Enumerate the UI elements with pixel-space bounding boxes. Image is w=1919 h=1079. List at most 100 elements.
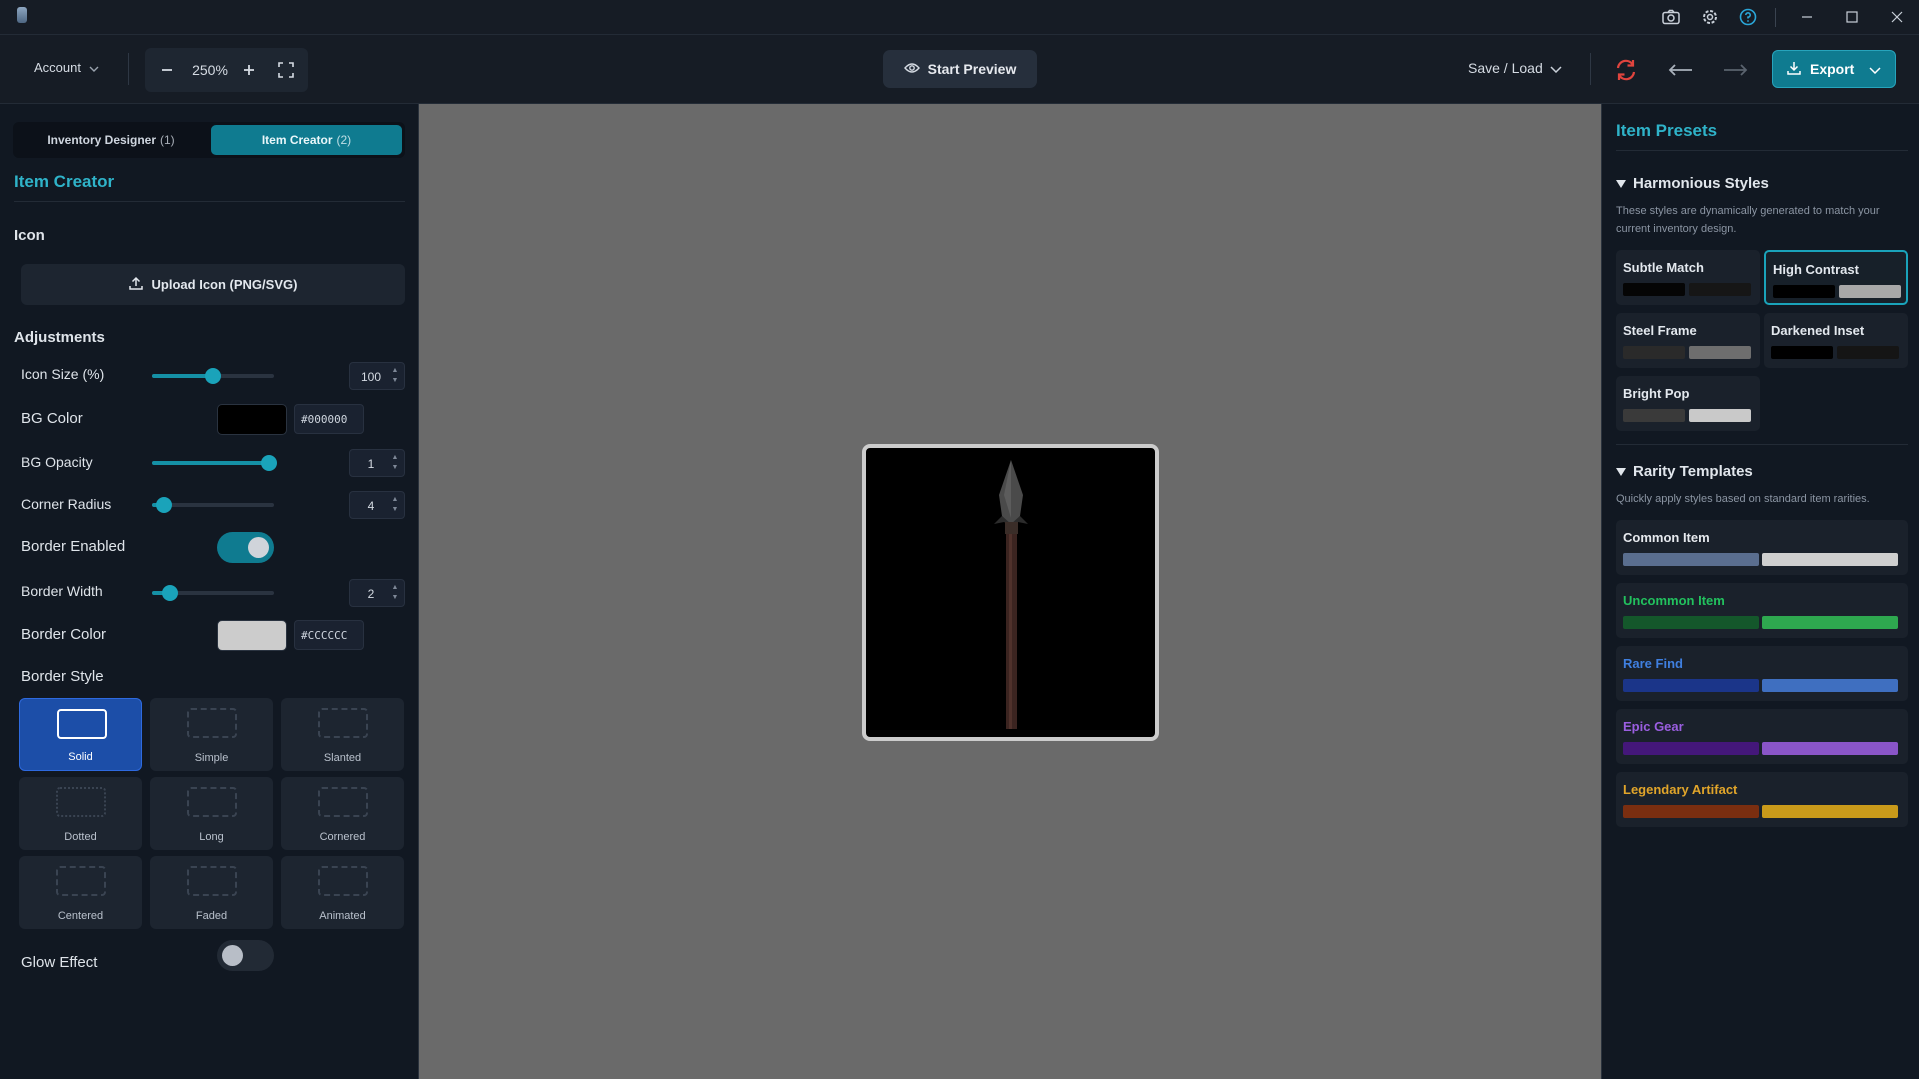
bg-opacity-input[interactable]: 1 ▲ ▼: [349, 449, 405, 477]
stepper-icon[interactable]: ▲ ▼: [391, 583, 399, 603]
border-style-heading: Border Style: [21, 668, 104, 685]
help-icon[interactable]: [1738, 7, 1758, 27]
undo-arrow-icon[interactable]: [1666, 56, 1694, 84]
rarity-color-swatch: [1623, 616, 1759, 629]
rarity-template-card[interactable]: Epic Gear: [1616, 709, 1908, 764]
icon-size-slider[interactable]: [152, 368, 274, 384]
preset-card[interactable]: Darkened Inset: [1764, 313, 1908, 368]
rarity-template-card[interactable]: Rare Find: [1616, 646, 1908, 701]
preset-name: Subtle Match: [1623, 260, 1704, 275]
start-preview-button[interactable]: Start Preview: [883, 50, 1037, 88]
slider-thumb[interactable]: [156, 497, 173, 513]
corner-radius-label: Corner Radius: [21, 496, 112, 512]
app-icon: [17, 7, 27, 23]
stepper-icon[interactable]: ▲ ▼: [391, 495, 399, 515]
preset-color-swatch: [1839, 285, 1901, 298]
icon-section-heading: Icon: [14, 227, 45, 244]
corner-radius-slider[interactable]: [152, 497, 274, 513]
preset-color-swatch: [1771, 346, 1833, 359]
caret-down-icon: [1616, 463, 1626, 480]
border-style-label: Faded: [195, 910, 228, 922]
refresh-icon[interactable]: [1612, 56, 1640, 84]
glow-effect-toggle[interactable]: [217, 940, 274, 971]
export-button[interactable]: Export: [1772, 50, 1896, 88]
border-style-option-solid[interactable]: Solid: [19, 698, 142, 771]
stepper-icon[interactable]: ▲ ▼: [391, 453, 399, 473]
rarity-template-card[interactable]: Common Item: [1616, 520, 1908, 575]
slider-thumb[interactable]: [162, 585, 179, 601]
adjustments-heading: Adjustments: [14, 329, 105, 346]
tab-inventory-designer[interactable]: Inventory Designer (1): [16, 125, 206, 155]
fullscreen-icon[interactable]: [274, 58, 298, 82]
border-width-input[interactable]: 2 ▲ ▼: [349, 579, 405, 607]
upload-icon: [128, 276, 143, 293]
border-style-option-centered[interactable]: Centered: [19, 856, 142, 929]
zoom-out-icon[interactable]: [155, 58, 179, 82]
border-style-preview: [56, 866, 106, 896]
rarity-templates-header[interactable]: Rarity Templates: [1616, 463, 1753, 480]
bg-color-hex-input[interactable]: #000000: [294, 404, 364, 434]
border-enabled-toggle[interactable]: [217, 532, 274, 563]
chevron-down-icon: [1550, 60, 1562, 76]
preset-card[interactable]: Steel Frame: [1616, 313, 1760, 368]
rarity-color-swatch: [1623, 679, 1759, 692]
rarity-color-swatch: [1623, 742, 1759, 755]
bg-opacity-slider[interactable]: [152, 455, 278, 471]
border-width-label: Border Width: [21, 583, 103, 599]
zoom-in-icon[interactable]: [237, 58, 261, 82]
upload-icon-button[interactable]: Upload Icon (PNG/SVG): [21, 264, 405, 305]
slider-thumb[interactable]: [205, 368, 221, 384]
tab-item-creator[interactable]: Item Creator (2): [211, 125, 402, 155]
border-style-option-simple[interactable]: Simple: [150, 698, 273, 771]
corner-radius-input[interactable]: 4 ▲ ▼: [349, 491, 405, 519]
rarity-color-swatch: [1623, 553, 1759, 566]
stepper-icon[interactable]: ▲ ▼: [391, 366, 399, 386]
border-style-label: Centered: [57, 910, 104, 922]
border-color-hex-input[interactable]: #CCCCCC: [294, 620, 364, 650]
preset-card[interactable]: High Contrast: [1764, 250, 1908, 305]
rarity-color-swatch: [1762, 805, 1898, 818]
camera-icon[interactable]: [1661, 7, 1681, 27]
rarity-name: Uncommon Item: [1623, 593, 1725, 608]
chevron-down-icon: [89, 60, 99, 75]
account-menu[interactable]: Account: [34, 60, 99, 75]
border-style-option-faded[interactable]: Faded: [150, 856, 273, 929]
toggle-knob: [222, 945, 243, 966]
tab-count: (1): [160, 133, 175, 147]
border-style-option-cornered[interactable]: Cornered: [281, 777, 404, 850]
redo-arrow-icon[interactable]: [1722, 56, 1750, 84]
gear-icon[interactable]: [1700, 7, 1720, 27]
panel-title: Item Presets: [1616, 121, 1718, 140]
rarity-template-card[interactable]: Legendary Artifact: [1616, 772, 1908, 827]
border-style-label: Dotted: [64, 831, 97, 843]
zoom-control: 250%: [145, 48, 308, 92]
border-width-slider[interactable]: [152, 585, 274, 601]
border-style-option-animated[interactable]: Animated: [281, 856, 404, 929]
maximize-icon[interactable]: [1842, 7, 1862, 27]
icon-size-value: 100: [360, 370, 382, 384]
toggle-knob: [248, 537, 269, 558]
border-style-option-dotted[interactable]: Dotted: [19, 777, 142, 850]
save-load-menu[interactable]: Save / Load: [1468, 60, 1562, 76]
bg-color-swatch[interactable]: [217, 404, 287, 435]
border-color-swatch[interactable]: [217, 620, 287, 651]
export-label: Export: [1810, 61, 1855, 77]
preset-card[interactable]: Bright Pop: [1616, 376, 1760, 431]
divider: [1616, 150, 1908, 151]
border-style-preview: [56, 787, 106, 817]
border-style-option-long[interactable]: Long: [150, 777, 273, 850]
border-style-option-slanted[interactable]: Slanted: [281, 698, 404, 771]
caret-down-icon: [1616, 175, 1626, 192]
icon-size-input[interactable]: 100 ▲ ▼: [349, 362, 405, 390]
preset-card[interactable]: Subtle Match: [1616, 250, 1760, 305]
divider: [14, 201, 405, 202]
left-panel: Inventory Designer (1) Item Creator (2) …: [0, 104, 419, 1079]
bg-opacity-value: 1: [367, 457, 375, 471]
preset-color-swatch: [1837, 346, 1899, 359]
tab-bar: Inventory Designer (1) Item Creator (2): [13, 122, 405, 158]
rarity-template-card[interactable]: Uncommon Item: [1616, 583, 1908, 638]
minimize-icon[interactable]: [1797, 7, 1817, 27]
harmonious-styles-header[interactable]: Harmonious Styles: [1616, 175, 1769, 192]
slider-thumb[interactable]: [261, 455, 278, 471]
close-icon[interactable]: [1887, 7, 1907, 27]
